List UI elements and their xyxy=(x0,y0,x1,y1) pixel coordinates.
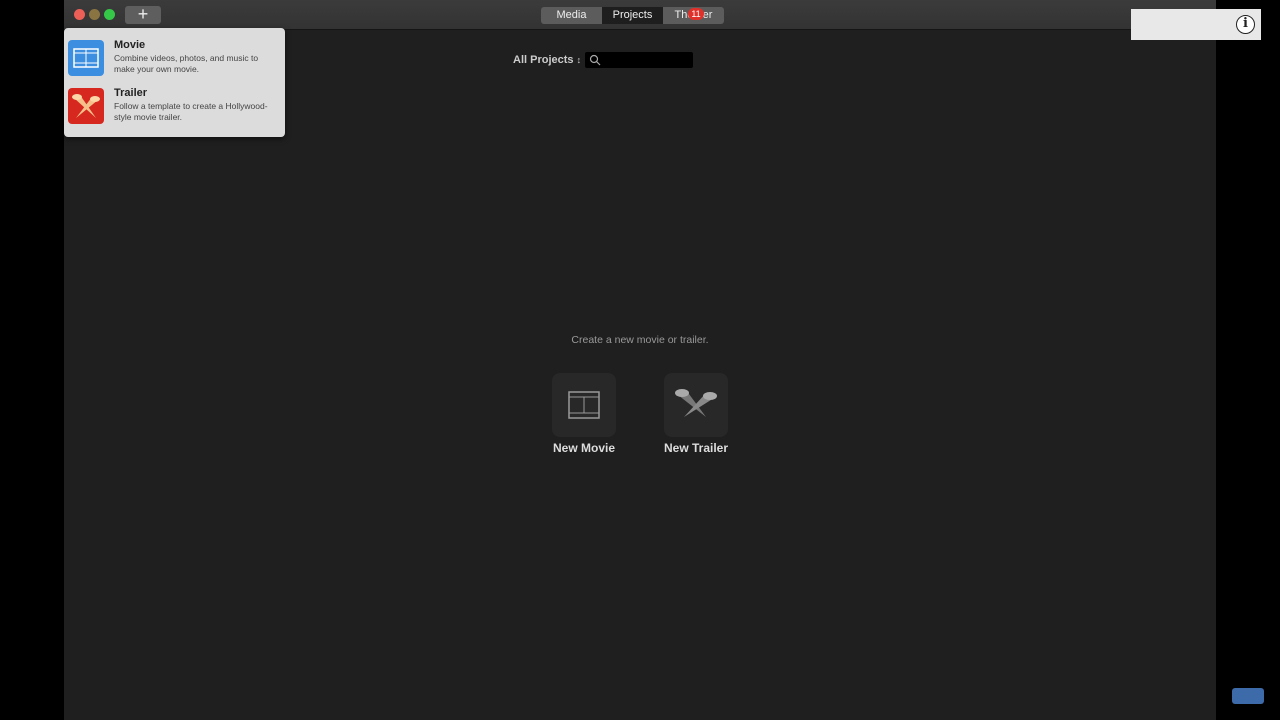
new-project-menu: Movie Combine videos, photos, and music … xyxy=(64,28,285,137)
theater-badge: 11 xyxy=(688,8,704,20)
spotlights-icon xyxy=(675,389,717,417)
menu-item-title: Movie xyxy=(114,39,146,51)
updown-icon: ↕ xyxy=(576,55,582,65)
close-button[interactable] xyxy=(74,9,85,20)
zoom-button[interactable] xyxy=(104,9,115,20)
trailer-icon xyxy=(68,88,104,124)
film-icon xyxy=(568,391,600,419)
new-trailer-button[interactable] xyxy=(664,373,728,437)
watermark-logo xyxy=(1232,688,1264,704)
movie-icon xyxy=(68,40,104,76)
new-movie-button[interactable] xyxy=(552,373,616,437)
minimize-button[interactable] xyxy=(89,9,100,20)
toolbar: + Media Projects Theater 11 xyxy=(64,0,1216,30)
menu-item-desc: Follow a template to create a Hollywood-… xyxy=(114,101,268,122)
info-overlay: i xyxy=(1131,9,1261,40)
search-input[interactable] xyxy=(585,52,693,68)
filter-label: All Projects xyxy=(513,54,574,66)
menu-item-desc: Combine videos, photos, and music to mak… xyxy=(114,53,259,74)
tab-projects[interactable]: Projects xyxy=(602,7,663,24)
new-movie-label: New Movie xyxy=(552,441,615,455)
add-project-button[interactable]: + xyxy=(125,5,161,24)
new-trailer-label: New Trailer xyxy=(663,441,729,455)
empty-state-hint: Create a new movie or trailer. xyxy=(571,334,709,346)
search-icon xyxy=(589,54,601,66)
all-projects-dropdown[interactable]: All Projects ↕ xyxy=(513,54,581,66)
tab-media[interactable]: Media xyxy=(541,7,602,24)
info-icon[interactable]: i xyxy=(1236,15,1255,34)
menu-item-title: Trailer xyxy=(114,87,148,99)
